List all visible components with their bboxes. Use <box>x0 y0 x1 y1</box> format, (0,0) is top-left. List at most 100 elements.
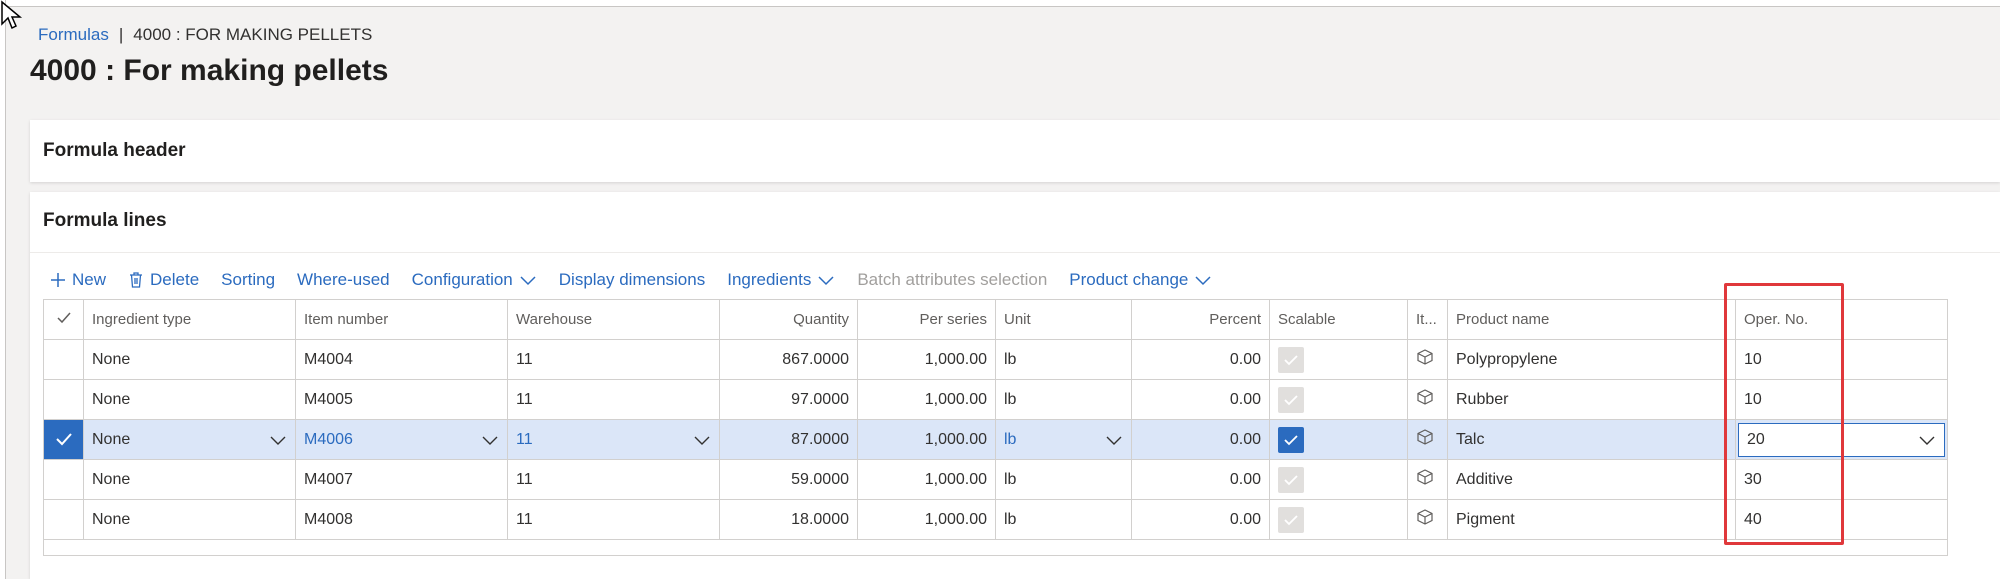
ingredients-menu[interactable]: Ingredients <box>727 270 835 290</box>
ingredient-type-cell[interactable]: None <box>83 339 296 380</box>
column-header-scalable[interactable]: Scalable <box>1269 299 1408 340</box>
warehouse-cell[interactable]: 11 <box>507 499 720 540</box>
scalable-cell[interactable] <box>1269 459 1408 500</box>
oper-no-cell[interactable]: 10 <box>1735 339 1948 380</box>
per-series-cell[interactable]: 1,000.00 <box>857 379 996 420</box>
delete-button-label: Delete <box>150 270 200 289</box>
where-used-button[interactable]: Where-used <box>297 270 390 290</box>
warehouse-dropdown[interactable]: 11 <box>507 419 720 460</box>
warehouse-cell[interactable]: 11 <box>507 339 720 380</box>
oper-no-cell[interactable]: 20 <box>1735 419 1948 460</box>
scalable-cell[interactable] <box>1269 499 1408 540</box>
column-header-percent[interactable]: Percent <box>1131 299 1270 340</box>
scalable-checkbox[interactable] <box>1278 386 1304 413</box>
unit-cell[interactable]: lb <box>995 339 1132 380</box>
configuration-menu[interactable]: Configuration <box>412 270 537 290</box>
row-select-cell[interactable] <box>43 379 84 420</box>
product-name-cell[interactable]: Additive <box>1447 459 1736 500</box>
row-select-cell[interactable] <box>43 459 84 500</box>
ingredient-type-dropdown[interactable]: None <box>83 419 296 460</box>
table-row[interactable]: None M4008 11 18.0000 1,000.00 lb 0.00 P… <box>43 499 1948 540</box>
chevron-down-icon[interactable] <box>481 434 499 446</box>
column-header-ingredient-type[interactable]: Ingredient type <box>83 299 296 340</box>
oper-no-input[interactable]: 20 <box>1738 422 1945 457</box>
chevron-down-icon[interactable] <box>269 434 287 446</box>
column-header-per-series[interactable]: Per series <box>857 299 996 340</box>
quantity-cell[interactable]: 18.0000 <box>719 499 858 540</box>
scalable-checkbox[interactable] <box>1278 466 1304 493</box>
scalable-cell[interactable] <box>1269 419 1408 460</box>
oper-no-cell[interactable]: 30 <box>1735 459 1948 500</box>
unit-cell[interactable]: lb <box>995 379 1132 420</box>
chevron-down-icon <box>520 276 536 286</box>
per-series-cell[interactable]: 1,000.00 <box>857 499 996 540</box>
product-name-cell[interactable]: Talc <box>1447 419 1736 460</box>
per-series-cell[interactable]: 1,000.00 <box>857 339 996 380</box>
chevron-down-icon[interactable] <box>693 434 711 446</box>
product-change-menu[interactable]: Product change <box>1069 270 1212 290</box>
scalable-checkbox-checked[interactable] <box>1278 426 1304 453</box>
select-all-checkbox[interactable] <box>43 299 84 340</box>
warehouse-cell[interactable]: 11 <box>507 459 720 500</box>
delete-button[interactable]: Delete <box>128 270 199 290</box>
column-header-oper-no[interactable]: Oper. No. <box>1735 299 1948 340</box>
column-header-item-type[interactable]: It... <box>1407 299 1448 340</box>
chevron-down-icon[interactable] <box>1105 434 1123 446</box>
quantity-cell[interactable]: 87.0000 <box>719 419 858 460</box>
display-dimensions-button[interactable]: Display dimensions <box>559 270 705 290</box>
item-number-cell[interactable]: M4008 <box>295 499 508 540</box>
row-select-cell[interactable] <box>43 499 84 540</box>
quantity-cell[interactable]: 59.0000 <box>719 459 858 500</box>
row-select-cell[interactable] <box>43 339 84 380</box>
scalable-checkbox[interactable] <box>1278 346 1304 373</box>
scalable-cell[interactable] <box>1269 379 1408 420</box>
chevron-down-icon[interactable] <box>1918 434 1936 446</box>
sorting-button[interactable]: Sorting <box>221 270 275 290</box>
table-row[interactable]: None M4004 11 867.0000 1,000.00 lb 0.00 … <box>43 339 1948 380</box>
formula-lines-title[interactable]: Formula lines <box>43 210 167 232</box>
unit-cell[interactable]: lb <box>995 459 1132 500</box>
percent-cell[interactable]: 0.00 <box>1131 499 1270 540</box>
item-number-cell[interactable]: M4005 <box>295 379 508 420</box>
window-left-border <box>0 0 6 579</box>
table-row[interactable]: None M4005 11 97.0000 1,000.00 lb 0.00 R… <box>43 379 1948 420</box>
product-name-cell[interactable]: Pigment <box>1447 499 1736 540</box>
product-name-cell[interactable]: Rubber <box>1447 379 1736 420</box>
column-header-product-name[interactable]: Product name <box>1447 299 1736 340</box>
item-number-cell[interactable]: M4004 <box>295 339 508 380</box>
scalable-cell[interactable] <box>1269 339 1408 380</box>
new-button[interactable]: New <box>50 270 106 290</box>
warehouse-cell[interactable]: 11 <box>507 379 720 420</box>
percent-cell[interactable]: 0.00 <box>1131 459 1270 500</box>
ingredient-type-cell[interactable]: None <box>83 499 296 540</box>
breadcrumb-formulas-link[interactable]: Formulas <box>38 25 109 45</box>
per-series-cell[interactable]: 1,000.00 <box>857 419 996 460</box>
percent-cell[interactable]: 0.00 <box>1131 339 1270 380</box>
row-selected-checkbox[interactable] <box>44 420 83 459</box>
quantity-cell[interactable]: 867.0000 <box>719 339 858 380</box>
oper-no-cell[interactable]: 10 <box>1735 379 1948 420</box>
quantity-cell[interactable]: 97.0000 <box>719 379 858 420</box>
percent-cell[interactable]: 0.00 <box>1131 379 1270 420</box>
oper-no-cell[interactable]: 40 <box>1735 499 1948 540</box>
ingredient-type-cell[interactable]: None <box>83 459 296 500</box>
formula-header-section[interactable]: Formula header <box>30 120 2000 182</box>
percent-cell[interactable]: 0.00 <box>1131 419 1270 460</box>
column-header-unit[interactable]: Unit <box>995 299 1132 340</box>
unit-dropdown[interactable]: lb <box>995 419 1132 460</box>
column-header-warehouse[interactable]: Warehouse <box>507 299 720 340</box>
ingredient-type-cell[interactable]: None <box>83 379 296 420</box>
item-number-dropdown[interactable]: M4006 <box>295 419 508 460</box>
item-number-cell[interactable]: M4007 <box>295 459 508 500</box>
table-row[interactable]: None M4007 11 59.0000 1,000.00 lb 0.00 A… <box>43 459 1948 500</box>
formula-header-title[interactable]: Formula header <box>43 140 186 162</box>
product-name-cell[interactable]: Polypropylene <box>1447 339 1736 380</box>
table-row-selected[interactable]: None M4006 11 87.0000 1,000.00 lb 0.00 T… <box>43 419 1948 460</box>
per-series-cell[interactable]: 1,000.00 <box>857 459 996 500</box>
column-header-item-number[interactable]: Item number <box>295 299 508 340</box>
column-header-quantity[interactable]: Quantity <box>719 299 858 340</box>
window-top-border <box>0 0 2000 7</box>
row-select-cell[interactable] <box>43 419 84 460</box>
unit-cell[interactable]: lb <box>995 499 1132 540</box>
scalable-checkbox[interactable] <box>1278 506 1304 533</box>
